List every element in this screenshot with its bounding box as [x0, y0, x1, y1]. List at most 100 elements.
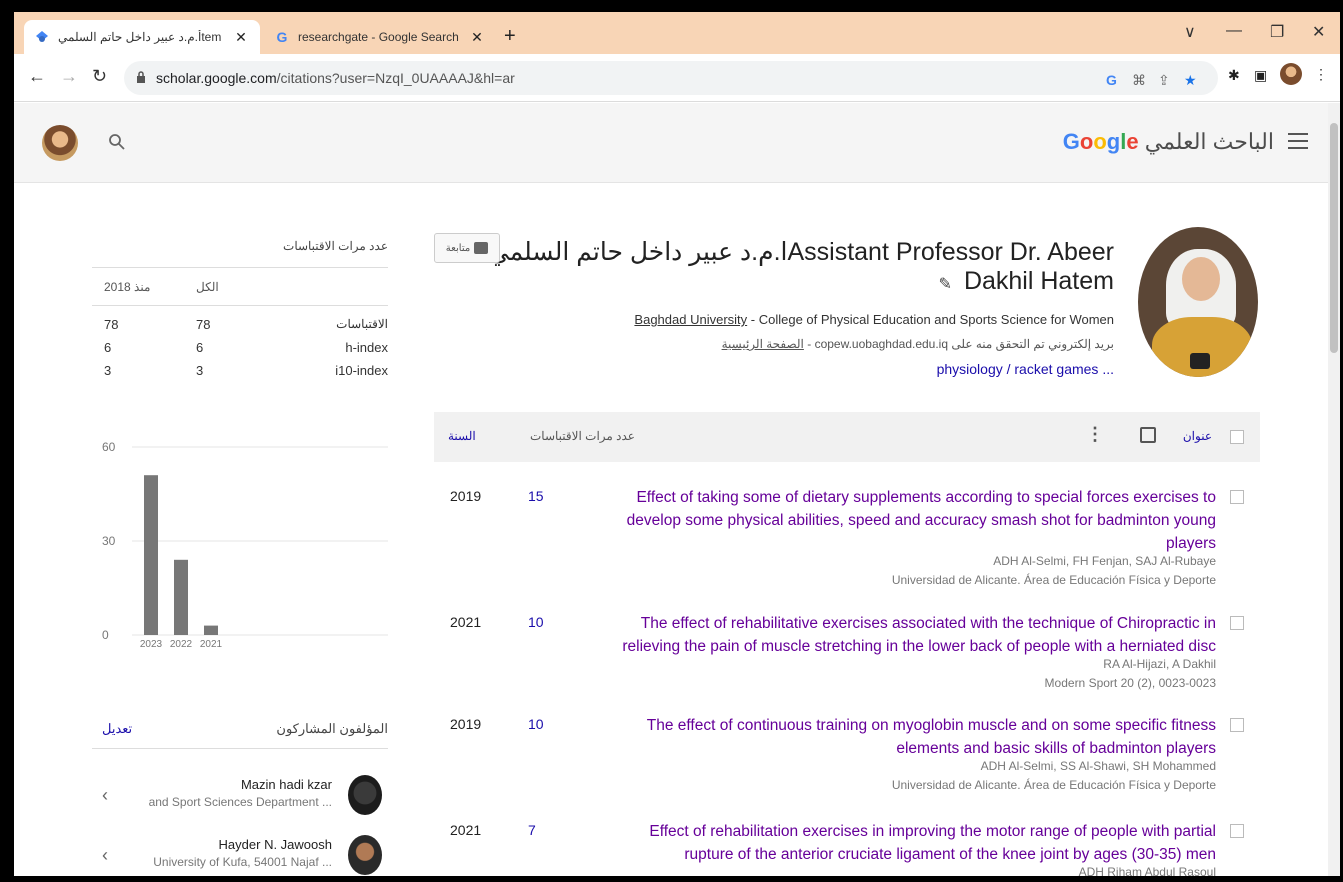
add-article-icon[interactable]: [1140, 427, 1156, 443]
back-arrow-icon[interactable]: ←: [28, 66, 46, 87]
coauthor-name[interactable]: Hayder N. Jawoosh: [219, 837, 332, 852]
sort-by-year[interactable]: السنة: [448, 429, 476, 443]
chart-svg: 60 30 0 2023 2022 2021: [102, 440, 388, 650]
profile-name: ا.م.د عبير داخل حاتم السلميAssistant Pro…: [488, 238, 1114, 266]
address-bar[interactable]: scholar.google.com/citations?user=NzqI_0…: [124, 61, 1218, 95]
article-cited-count[interactable]: 15: [528, 488, 544, 504]
homepage-link[interactable]: الصفحة الرئيسية: [722, 337, 804, 351]
article-authors: ADH Al-Selmi, SS Al-Shawi, SH Mohammed: [980, 759, 1216, 773]
stat-value: 78: [196, 317, 211, 332]
tab-close-icon[interactable]: ✕: [468, 29, 486, 46]
article-title[interactable]: Effect of taking some of dietary supplem…: [596, 486, 1216, 555]
article-cited-count[interactable]: 7: [528, 822, 536, 838]
translate-icon[interactable]: ⌘: [1132, 72, 1146, 89]
profile-section: ا.م.د عبير داخل حاتم السلميAssistant Pro…: [434, 217, 1264, 397]
side-panel-icon[interactable]: ▣: [1254, 67, 1267, 84]
article-year: 2021: [450, 822, 482, 838]
scholar-logo[interactable]: Google الباحث العلمي: [1063, 129, 1274, 155]
article-year: 2019: [450, 716, 482, 732]
page-scrollbar[interactable]: [1328, 103, 1340, 876]
tab-search-dropdown-icon[interactable]: ∨: [1184, 22, 1196, 42]
chart-bar-2023[interactable]: [144, 475, 158, 635]
more-vert-icon[interactable]: ⋮: [1086, 424, 1104, 445]
stat-label[interactable]: h-index: [345, 340, 388, 355]
browser-menu-icon[interactable]: ⋮: [1314, 66, 1328, 83]
restore-button[interactable]: ❐: [1270, 22, 1284, 42]
profile-email: بريد إلكتروني تم التحقق منه على copew.uo…: [722, 337, 1114, 351]
citation-stats-table: منذ 2018 الكل 78 78 الاقتباسات 6 6 h-ind…: [92, 267, 388, 381]
cited-by-title: عدد مرات الاقتباسات: [283, 239, 388, 253]
window-close-button[interactable]: ✕: [1312, 22, 1325, 42]
camera-icon[interactable]: [1190, 353, 1210, 369]
stats-row-h-index: 6 6 h-index: [92, 335, 388, 358]
sort-by-cited[interactable]: عدد مرات الاقتباسات: [530, 429, 635, 443]
profile-avatar-icon[interactable]: [1280, 63, 1302, 85]
chart-x-tick-label: 2023: [140, 639, 163, 650]
browser-window: ‏أ.م.د عبير داخل حاتم السلمي‏tem ✕ G res…: [14, 12, 1340, 876]
tab-close-icon[interactable]: ✕: [232, 29, 250, 46]
citations-bar-chart: 60 30 0 2023 2022 2021: [92, 427, 388, 667]
coauthor-name[interactable]: Mazin hadi kzar: [241, 777, 332, 792]
photo-detail: [1182, 257, 1220, 301]
article-title[interactable]: Effect of rehabilitation exercises in im…: [596, 820, 1216, 866]
profile-name-line2: ✎ Dakhil Hatem: [939, 267, 1114, 296]
coauthor-item[interactable]: ‹ Hayder N. Jawoosh University of Kufa, …: [92, 829, 388, 876]
article-cited-count[interactable]: 10: [528, 614, 544, 630]
logo-google: Google: [1062, 129, 1139, 154]
coauthors-edit-link[interactable]: تعديل: [102, 721, 132, 737]
coauthor-avatar[interactable]: [348, 775, 382, 815]
sort-by-title[interactable]: عنوان: [1183, 429, 1212, 443]
chart-x-tick-label: 2021: [200, 639, 223, 650]
url-text: scholar.google.com/citations?user=NzqI_0…: [156, 70, 515, 86]
chevron-left-icon[interactable]: ‹: [102, 845, 108, 866]
scholar-header: Google الباحث العلمي: [14, 103, 1328, 183]
google-extension-icon[interactable]: G: [1106, 72, 1117, 88]
account-avatar[interactable]: [42, 125, 78, 161]
article-venue: Universidad de Alicante. Área de Educaci…: [891, 573, 1216, 587]
coauthor-affiliation: University of Kufa, 54001 Najaf ...: [153, 855, 332, 869]
article-checkbox[interactable]: [1230, 616, 1244, 630]
chart-bar-2022[interactable]: [174, 559, 188, 635]
profile-interests[interactable]: physiology / racket games ...: [937, 361, 1114, 377]
lock-icon: [137, 71, 145, 83]
col-all: الكل: [196, 280, 219, 294]
article-title[interactable]: The effect of continuous training on myo…: [596, 714, 1216, 760]
coauthor-avatar[interactable]: [348, 835, 382, 875]
reload-icon[interactable]: ↻: [92, 66, 107, 87]
extensions-puzzle-icon[interactable]: ✱: [1228, 67, 1240, 84]
stat-label[interactable]: الاقتباسات: [336, 317, 388, 331]
profile-photo[interactable]: [1138, 227, 1258, 377]
share-icon[interactable]: ⇪: [1158, 72, 1170, 89]
bookmark-star-icon[interactable]: ★: [1184, 72, 1197, 89]
article-checkbox[interactable]: [1230, 718, 1244, 732]
article-cited-count[interactable]: 10: [528, 716, 544, 732]
article-title[interactable]: The effect of rehabilitative exercises a…: [596, 612, 1216, 658]
chevron-left-icon[interactable]: ‹: [102, 785, 108, 806]
stat-value: 6: [104, 340, 112, 355]
hamburger-menu-icon[interactable]: [1288, 133, 1308, 149]
col-since: منذ 2018: [104, 280, 151, 294]
article-authors: RA Al-Hijazi, A Dakhil: [1103, 657, 1216, 671]
new-tab-button[interactable]: +: [504, 25, 516, 48]
affiliation-link[interactable]: Baghdad University: [634, 312, 747, 327]
scrollbar-thumb[interactable]: [1330, 123, 1338, 353]
coauthors-title: المؤلفون المشاركون: [276, 721, 388, 736]
chart-bar-2021[interactable]: [204, 625, 218, 635]
forward-arrow-icon[interactable]: →: [60, 66, 78, 87]
affiliation-text: - College of Physical Education and Spor…: [747, 312, 1114, 327]
tab-google-search[interactable]: G researchgate - Google Search ✕: [264, 20, 496, 54]
article-venue: Modern Sport 20 (2), 0023-0023: [1044, 676, 1216, 690]
article-year: 2021: [450, 614, 482, 630]
article-checkbox[interactable]: [1230, 490, 1244, 504]
article-authors: ADH Riham Abdul Rasoul: [1078, 865, 1216, 876]
follow-button[interactable]: متابعة: [434, 233, 500, 263]
chart-y-tick-label: 0: [102, 628, 109, 642]
coauthor-item[interactable]: ‹ Mazin hadi kzar and Sport Sciences Dep…: [92, 769, 388, 827]
tab-scholar-profile[interactable]: ‏أ.م.د عبير داخل حاتم السلمي‏tem ✕: [24, 20, 260, 54]
pencil-edit-icon[interactable]: ✎: [939, 274, 952, 294]
stat-label[interactable]: i10-index: [335, 363, 388, 378]
minimize-button[interactable]: —: [1226, 22, 1242, 40]
article-checkbox[interactable]: [1230, 824, 1244, 838]
search-icon[interactable]: [108, 133, 126, 151]
select-all-checkbox[interactable]: [1230, 430, 1244, 444]
